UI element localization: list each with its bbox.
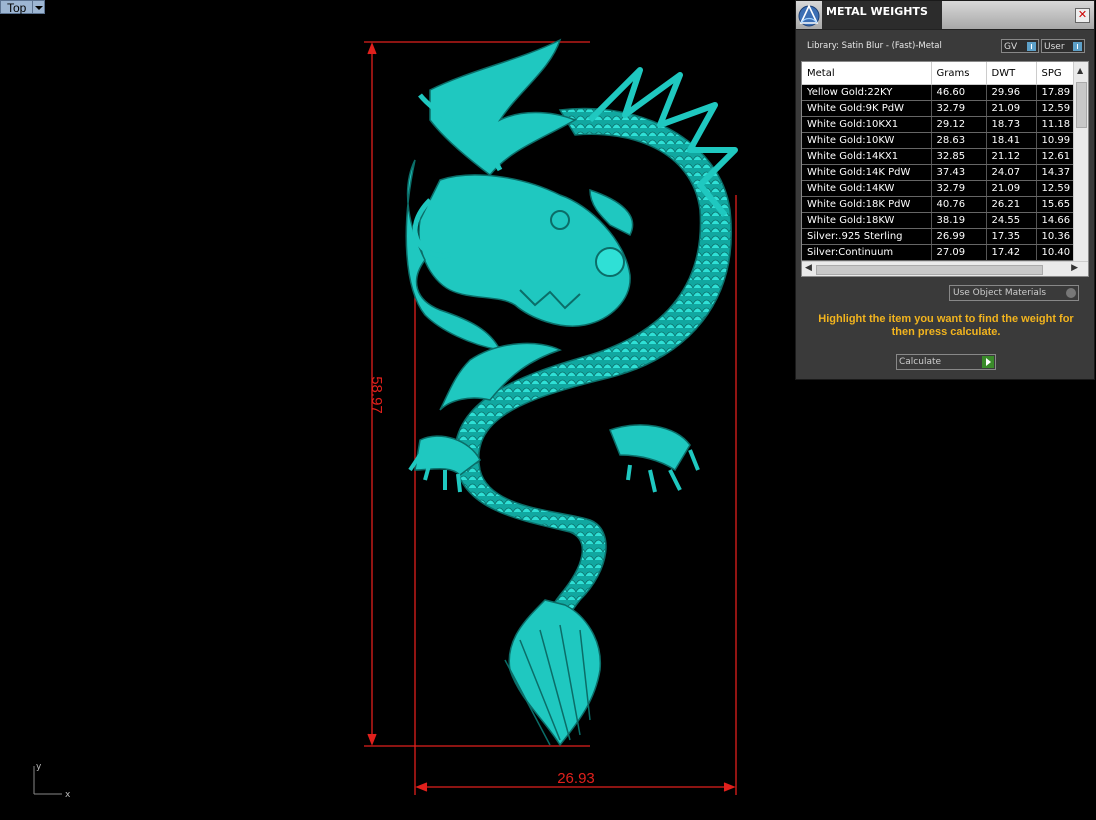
width-dimension-label: 26.93 (557, 770, 595, 787)
table-row[interactable]: White Gold:9K PdW 32.79 21.09 12.59 (802, 100, 1088, 117)
table-row[interactable]: White Gold:14KW 32.79 21.09 12.59 (802, 180, 1088, 197)
table-row[interactable]: White Gold:18KW 38.19 24.55 14.66 (802, 212, 1088, 229)
panel-titlebar[interactable]: METAL WEIGHTS ✕ (796, 1, 1094, 30)
metal-table-body: Yellow Gold:22KY 46.60 29.96 17.89 White Gol… (802, 84, 1088, 261)
scroll-left-icon[interactable]: ◀ (805, 263, 812, 273)
table-header-row: Metal Grams DWT SPG (802, 62, 1088, 85)
cell-metal: White Gold:10KW (802, 132, 932, 149)
cell-grams: 46.60 (931, 84, 987, 101)
horizontal-scroll-thumb[interactable] (816, 265, 1043, 275)
library-row: Library: Satin Blur - (Fast)-Metal GV Us… (796, 37, 1094, 57)
metal-table-container[interactable]: Metal Grams DWT SPG Yellow Gold:22KY 46.6… (801, 61, 1089, 277)
table-row[interactable]: Silver:Continuum 27.09 17.42 10.40 (802, 244, 1088, 261)
play-icon (982, 356, 994, 368)
column-header-dwt[interactable]: DWT (986, 62, 1037, 85)
scroll-right-icon[interactable]: ▶ (1071, 263, 1078, 273)
cell-grams: 29.12 (931, 116, 987, 133)
cell-dwt: 17.35 (986, 228, 1037, 245)
use-object-materials-toggle[interactable]: Use Object Materials (949, 285, 1079, 301)
table-row[interactable]: White Gold:14KX1 32.85 21.12 12.61 (802, 148, 1088, 165)
cell-metal: White Gold:14KX1 (802, 148, 932, 165)
gv-toggle-knob-icon (1027, 42, 1036, 51)
cell-metal: Yellow Gold:22KY (802, 84, 932, 101)
gv-toggle[interactable]: GV (1001, 39, 1039, 53)
calculate-label: Calculate (899, 357, 942, 367)
cell-dwt: 24.07 (986, 164, 1037, 181)
cell-metal: White Gold:14K PdW (802, 164, 932, 181)
table-row[interactable]: White Gold:14K PdW 37.43 24.07 14.37 (802, 164, 1088, 181)
use-object-materials-label: Use Object Materials (953, 288, 1047, 298)
cell-grams: 32.79 (931, 100, 987, 117)
table-row[interactable]: White Gold:10KX1 29.12 18.73 11.18 (802, 116, 1088, 133)
cell-dwt: 26.21 (986, 196, 1037, 213)
viewport-menu-dropdown-icon[interactable] (33, 0, 46, 14)
table-row[interactable]: Yellow Gold:22KY 46.60 29.96 17.89 (802, 84, 1088, 101)
cell-dwt: 18.41 (986, 132, 1037, 149)
cell-grams: 38.19 (931, 212, 987, 229)
vertical-scrollbar[interactable]: ▲ (1073, 62, 1088, 262)
dragon-model[interactable] (405, 38, 738, 747)
metal-weights-panel: METAL WEIGHTS ✕ Library: Satin Blur - (F… (795, 0, 1095, 380)
cell-grams: 26.99 (931, 228, 987, 245)
calculate-button[interactable]: Calculate (896, 354, 996, 370)
panel-title: METAL WEIGHTS (822, 1, 942, 29)
gv-toggle-label: GV (1004, 42, 1018, 52)
cell-dwt: 24.55 (986, 212, 1037, 229)
metal-table: Metal Grams DWT SPG Yellow Gold:22KY 46.6… (802, 62, 1088, 261)
cell-grams: 27.09 (931, 244, 987, 261)
scroll-up-icon[interactable]: ▲ (1077, 66, 1083, 75)
close-button[interactable]: ✕ (1075, 8, 1090, 23)
viewport-tab[interactable]: Top (0, 0, 46, 15)
height-dimension-label: 58.97 (368, 376, 385, 414)
column-header-grams[interactable]: Grams (931, 62, 987, 85)
cell-metal: White Gold:14KW (802, 180, 932, 197)
table-row[interactable]: Silver:.925 Sterling 26.99 17.35 10.36 (802, 228, 1088, 245)
cell-dwt: 21.09 (986, 180, 1037, 197)
cell-dwt: 17.42 (986, 244, 1037, 261)
cell-grams: 32.85 (931, 148, 987, 165)
cell-metal: Silver:Continuum (802, 244, 932, 261)
vertical-scroll-thumb[interactable] (1076, 82, 1087, 128)
cell-metal: White Gold:18K PdW (802, 196, 932, 213)
column-header-metal[interactable]: Metal (802, 62, 932, 85)
toggle-knob-icon (1066, 288, 1076, 298)
table-row[interactable]: White Gold:10KW 28.63 18.41 10.99 (802, 132, 1088, 149)
cell-grams: 32.79 (931, 180, 987, 197)
cell-dwt: 21.12 (986, 148, 1037, 165)
user-toggle-label: User (1044, 42, 1065, 52)
app-logo-icon (798, 4, 820, 27)
horizontal-scrollbar[interactable]: ◀ ▶ (802, 261, 1088, 276)
library-label: Library: Satin Blur - (Fast)-Metal (807, 41, 942, 51)
cell-grams: 40.76 (931, 196, 987, 213)
axis-indicator: y x (33, 762, 71, 800)
cell-metal: Silver:.925 Sterling (802, 228, 932, 245)
axis-y-label: y (36, 762, 42, 772)
cell-grams: 37.43 (931, 164, 987, 181)
axis-x-label: x (65, 790, 71, 800)
cell-metal: White Gold:9K PdW (802, 100, 932, 117)
cell-metal: White Gold:18KW (802, 212, 932, 229)
viewport-name[interactable]: Top (0, 0, 34, 15)
cell-grams: 28.63 (931, 132, 987, 149)
table-row[interactable]: White Gold:18K PdW 40.76 26.21 15.65 (802, 196, 1088, 213)
cell-dwt: 29.96 (986, 84, 1037, 101)
user-toggle-knob-icon (1073, 42, 1082, 51)
cell-dwt: 21.09 (986, 100, 1037, 117)
cell-dwt: 18.73 (986, 116, 1037, 133)
user-toggle[interactable]: User (1041, 39, 1085, 53)
cell-metal: White Gold:10KX1 (802, 116, 932, 133)
instruction-text: Highlight the item you want to find the … (818, 313, 1074, 338)
